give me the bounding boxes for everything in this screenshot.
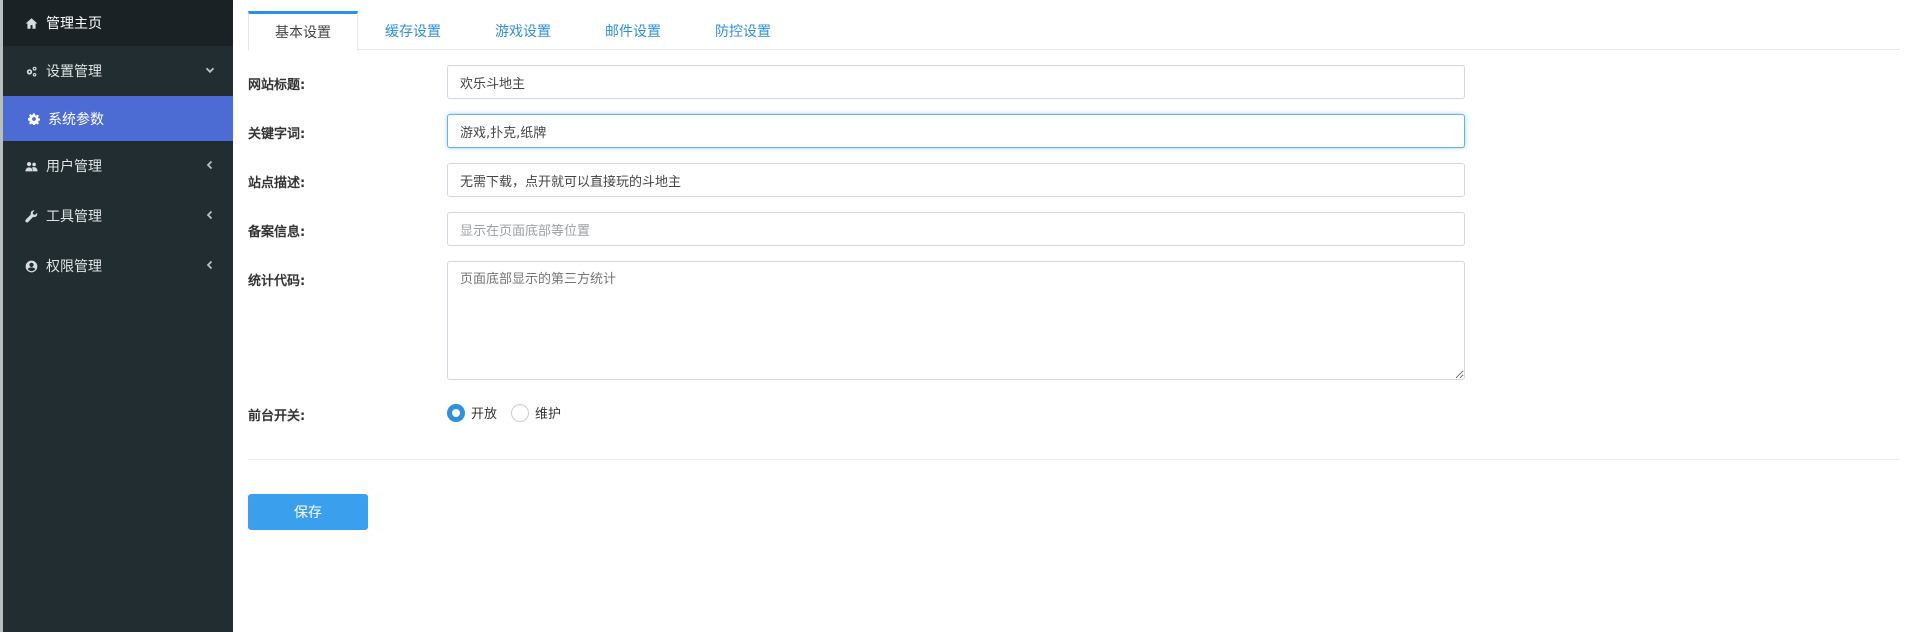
sidebar-item-label: 工具管理 <box>46 209 102 225</box>
radio-open[interactable]: 开放 <box>447 403 497 422</box>
sidebar-item-home[interactable]: 管理主页 <box>3 0 233 46</box>
sidebar-item-permissions[interactable]: 权限管理 <box>3 241 233 291</box>
sidebar-item-tools[interactable]: 工具管理 <box>3 191 233 241</box>
chevron-down-icon <box>205 63 215 79</box>
app-window: 管理主页 设置管理 系统参数 用户管理 工具管理 权限管理 基本设置 缓存设置 … <box>0 0 1918 632</box>
sidebar: 管理主页 设置管理 系统参数 用户管理 工具管理 权限管理 <box>0 0 233 632</box>
radio-maintenance-label: 维护 <box>535 407 562 422</box>
chevron-left-icon <box>205 208 215 224</box>
tab-cache-settings[interactable]: 缓存设置 <box>358 11 468 50</box>
sidebar-item-label: 管理主页 <box>46 16 102 32</box>
sidebar-subitem-label: 系统参数 <box>48 111 104 128</box>
stats-code-textarea[interactable] <box>447 261 1465 380</box>
site-title-label: 网站标题: <box>248 78 306 93</box>
tab-mail-settings[interactable]: 邮件设置 <box>578 11 688 50</box>
form-row-keywords: 关键字词: 游戏,扑克,纸牌 <box>248 114 1708 148</box>
tab-game-settings[interactable]: 游戏设置 <box>468 11 578 50</box>
form-divider <box>248 459 1900 460</box>
sidebar-item-users[interactable]: 用户管理 <box>3 141 233 191</box>
settings-tabs: 基本设置 缓存设置 游戏设置 邮件设置 防控设置 <box>248 11 1900 51</box>
description-input[interactable]: 无需下载，点开就可以直接玩的斗地主 <box>447 163 1465 197</box>
tab-defense-settings[interactable]: 防控设置 <box>688 11 798 50</box>
frontend-switch-label: 前台开关: <box>248 409 306 424</box>
sidebar-item-label: 设置管理 <box>46 64 102 80</box>
wrench-icon <box>22 209 40 223</box>
keywords-input[interactable]: 游戏,扑克,纸牌 <box>447 114 1465 148</box>
sidebar-item-label: 权限管理 <box>46 259 102 275</box>
form-row-icp: 备案信息: 显示在页面底部等位置 <box>248 212 1708 246</box>
sidebar-item-label: 用户管理 <box>46 159 102 175</box>
sidebar-item-settings[interactable]: 设置管理 <box>3 46 233 96</box>
icp-input[interactable]: 显示在页面底部等位置 <box>447 212 1465 246</box>
radio-open-dot[interactable] <box>447 403 465 422</box>
chevron-left-icon <box>205 158 215 174</box>
gear-icon <box>25 112 43 125</box>
site-title-input[interactable]: 欢乐斗地主 <box>447 65 1465 99</box>
form-row-site-title: 网站标题: 欢乐斗地主 <box>248 65 1708 99</box>
radio-open-label: 开放 <box>471 407 498 422</box>
cogs-icon <box>22 65 40 78</box>
form-row-frontend-switch: 前台开关: 开放 维护 <box>248 403 1708 424</box>
user-circle-icon <box>22 260 40 273</box>
form-row-stats-code: 统计代码: <box>248 261 1708 380</box>
radio-maintenance-dot[interactable] <box>511 403 530 422</box>
frontend-switch-radio-group: 开放 维护 <box>447 403 575 422</box>
sidebar-subitem-system-params[interactable]: 系统参数 <box>3 96 233 141</box>
radio-maintenance[interactable]: 维护 <box>511 403 561 422</box>
main-content: 基本设置 缓存设置 游戏设置 邮件设置 防控设置 网站标题: 欢乐斗地主 关键字… <box>233 0 1918 632</box>
tab-basic-settings[interactable]: 基本设置 <box>248 11 358 51</box>
save-button[interactable]: 保存 <box>248 494 368 530</box>
keywords-label: 关键字词: <box>248 127 306 142</box>
home-icon <box>22 17 40 30</box>
chevron-left-icon <box>205 258 215 274</box>
description-label: 站点描述: <box>248 176 306 191</box>
icp-label: 备案信息: <box>248 225 306 240</box>
users-icon <box>22 160 40 173</box>
stats-code-label: 统计代码: <box>248 274 306 289</box>
form-row-description: 站点描述: 无需下载，点开就可以直接玩的斗地主 <box>248 163 1708 197</box>
